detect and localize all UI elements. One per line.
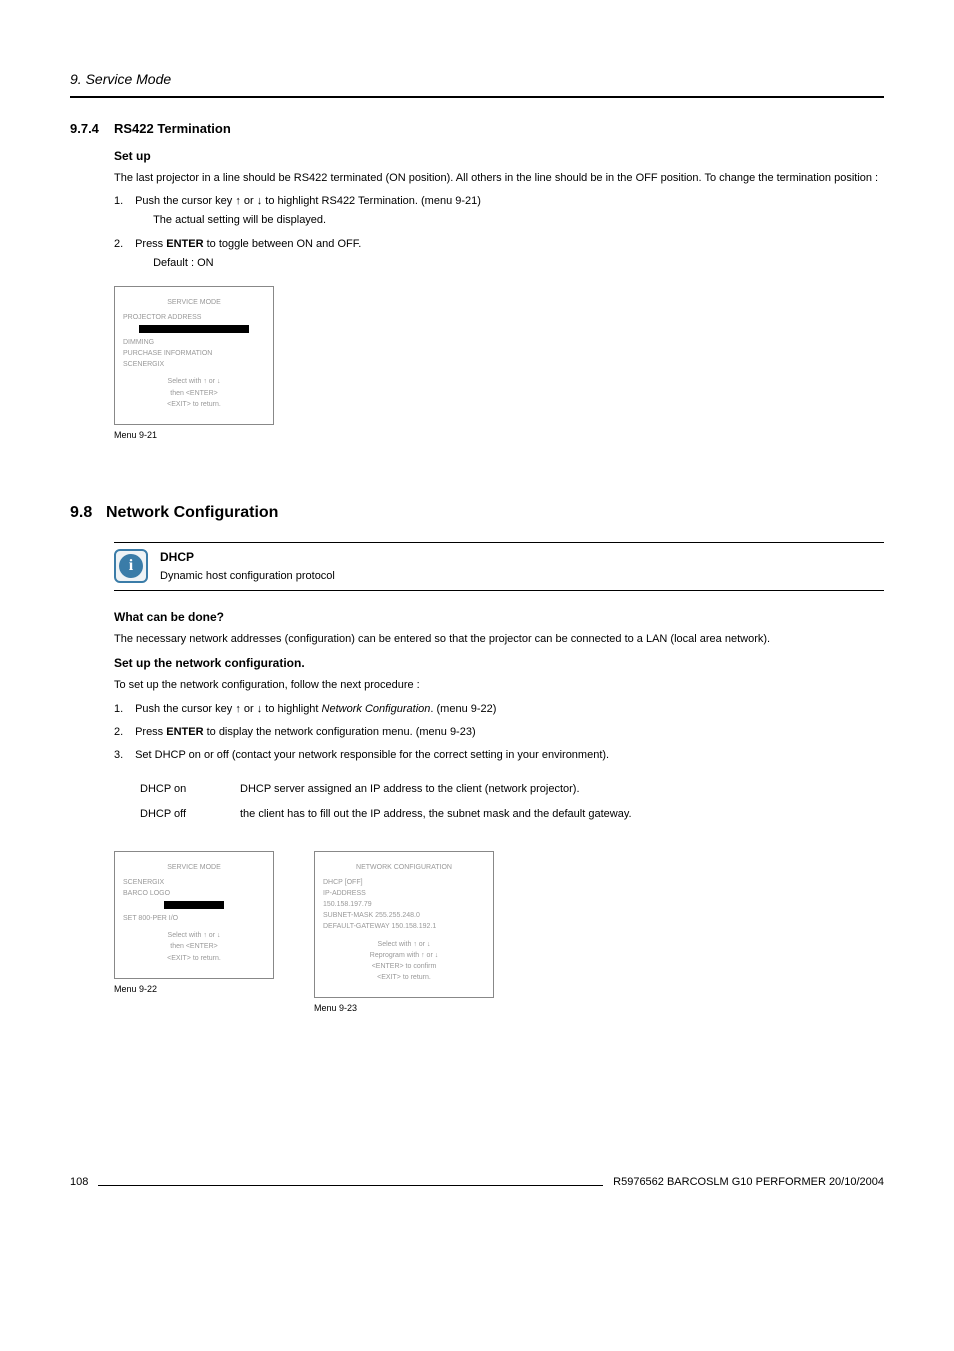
menu-footer: Select with ↑ or ↓ Reprogram with ↑ or ↓… bbox=[323, 939, 485, 984]
setup-heading: Set up bbox=[114, 148, 884, 165]
f: Select with ↑ or ↓ bbox=[123, 376, 265, 387]
step-text: Push the cursor key ↑ or ↓ to highlight … bbox=[135, 194, 883, 229]
t: . (menu 9-22) bbox=[430, 703, 496, 715]
section-number: 9.7.4 bbox=[70, 120, 114, 138]
menu-highlight bbox=[139, 325, 249, 333]
step1-sub: The actual setting will be displayed. bbox=[153, 213, 883, 228]
em: Network Configuration bbox=[322, 703, 431, 715]
setup-net-heading: Set up the network configuration. bbox=[114, 655, 884, 672]
enter-key: ENTER bbox=[166, 238, 203, 250]
info-text: DHCP Dynamic host configuration protocol bbox=[160, 549, 335, 584]
section-title-text: Network Configuration bbox=[106, 504, 278, 521]
step-3: 3. Set DHCP on or off (contact your netw… bbox=[114, 748, 884, 763]
menu-9-22: SERVICE MODE SCENERGIX BARCO LOGO SET 80… bbox=[114, 851, 274, 979]
menu-9-23-caption: Menu 9-23 bbox=[314, 1002, 494, 1015]
setup-net-intro: To set up the network configuration, fol… bbox=[114, 678, 884, 693]
f: then <ENTER> bbox=[123, 388, 265, 399]
f: <ENTER> to confirm bbox=[323, 961, 485, 972]
menu-body: DHCP [OFF] IP-ADDRESS 150.158.197.79 SUB… bbox=[323, 877, 485, 933]
dhcp-off-row: DHCP off the client has to fill out the … bbox=[140, 807, 884, 822]
f: Select with ↑ or ↓ bbox=[123, 930, 265, 941]
section-974-title: 9.7.4RS422 Termination bbox=[70, 120, 884, 138]
dhcp-off-label: DHCP off bbox=[140, 807, 210, 822]
step-1: 1. Push the cursor key ↑ or ↓ to highlig… bbox=[114, 194, 884, 229]
step-text: Push the cursor key ↑ or ↓ to highlight … bbox=[135, 702, 883, 717]
menu-line: DIMMING PURCHASE INFORMATION SCENERGIX bbox=[123, 337, 265, 371]
what-heading: What can be done? bbox=[114, 609, 884, 626]
menu-9-23-col: NETWORK CONFIGURATION DHCP [OFF] IP-ADDR… bbox=[314, 837, 494, 1015]
setup-steps-974: 1. Push the cursor key ↑ or ↓ to highlig… bbox=[114, 194, 884, 272]
header-rule bbox=[70, 96, 884, 98]
step-number: 2. bbox=[114, 237, 132, 252]
section-title-text: RS422 Termination bbox=[114, 121, 231, 136]
menu-title: SERVICE MODE bbox=[123, 862, 265, 873]
f: <EXIT> to return. bbox=[123, 399, 265, 410]
menu-9-21-caption: Menu 9-21 bbox=[114, 429, 884, 442]
f: Select with ↑ or ↓ bbox=[323, 939, 485, 950]
menu-line: SCENERGIX BARCO LOGO bbox=[123, 877, 265, 899]
setup-steps-98: 1. Push the cursor key ↑ or ↓ to highlig… bbox=[114, 702, 884, 764]
f: then <ENTER> bbox=[123, 941, 265, 952]
chapter-header: 9. Service Mode bbox=[70, 70, 884, 90]
page-number: 108 bbox=[70, 1175, 88, 1190]
step-number: 2. bbox=[114, 725, 132, 740]
t: Press bbox=[135, 238, 166, 250]
menu-row: SERVICE MODE SCENERGIX BARCO LOGO SET 80… bbox=[114, 837, 884, 1015]
step-number: 1. bbox=[114, 194, 132, 209]
info-glyph: i bbox=[119, 554, 143, 578]
menu-9-23: NETWORK CONFIGURATION DHCP [OFF] IP-ADDR… bbox=[314, 851, 494, 999]
step-2: 2. Press ENTER to toggle between ON and … bbox=[114, 237, 884, 272]
section-98-title: 9.8Network Configuration bbox=[70, 502, 884, 524]
step-text: Press ENTER to toggle between ON and OFF… bbox=[135, 237, 883, 272]
step1-main: Push the cursor key ↑ or ↓ to highlight … bbox=[135, 195, 481, 207]
t: to display the network configuration men… bbox=[204, 726, 476, 738]
info-callout: i DHCP Dynamic host configuration protoc… bbox=[114, 542, 884, 591]
step-number: 3. bbox=[114, 748, 132, 763]
menu-9-22-col: SERVICE MODE SCENERGIX BARCO LOGO SET 80… bbox=[114, 837, 274, 996]
step-text: Press ENTER to display the network confi… bbox=[135, 725, 883, 740]
t: to toggle between ON and OFF. bbox=[204, 238, 362, 250]
menu-9-21: SERVICE MODE PROJECTOR ADDRESS DIMMING P… bbox=[114, 286, 274, 426]
menu-title: SERVICE MODE bbox=[123, 297, 265, 308]
menu-footer: Select with ↑ or ↓ then <ENTER> <EXIT> t… bbox=[123, 930, 265, 964]
page-footer: 108 R5976562 BARCOSLM G10 PERFORMER 20/1… bbox=[70, 1175, 884, 1190]
step-number: 1. bbox=[114, 702, 132, 717]
f: <EXIT> to return. bbox=[323, 972, 485, 983]
step-text: Set DHCP on or off (contact your network… bbox=[135, 748, 883, 763]
menu-title: NETWORK CONFIGURATION bbox=[323, 862, 485, 873]
what-paragraph: The necessary network addresses (configu… bbox=[114, 632, 884, 647]
doc-id: R5976562 BARCOSLM G10 PERFORMER 20/10/20… bbox=[613, 1175, 884, 1190]
step2-sub: Default : ON bbox=[153, 256, 883, 271]
dhcp-off-desc: the client has to fill out the IP addres… bbox=[240, 807, 632, 822]
info-term: DHCP bbox=[160, 549, 335, 566]
menu-highlight bbox=[164, 901, 224, 909]
f: <EXIT> to return. bbox=[123, 953, 265, 964]
enter-key: ENTER bbox=[166, 726, 203, 738]
menu-line: SET 800-PER I/O bbox=[123, 913, 265, 924]
step-1: 1. Push the cursor key ↑ or ↓ to highlig… bbox=[114, 702, 884, 717]
dhcp-on-row: DHCP on DHCP server assigned an IP addre… bbox=[140, 782, 884, 797]
dhcp-on-label: DHCP on bbox=[140, 782, 210, 797]
info-definition: Dynamic host configuration protocol bbox=[160, 569, 335, 584]
menu-line: PROJECTOR ADDRESS bbox=[123, 312, 265, 323]
setup-intro: The last projector in a line should be R… bbox=[114, 171, 884, 186]
footer-rule bbox=[98, 1185, 603, 1186]
section-number: 9.8 bbox=[70, 502, 106, 524]
t: Press bbox=[135, 726, 166, 738]
menu-9-22-caption: Menu 9-22 bbox=[114, 983, 274, 996]
dhcp-on-desc: DHCP server assigned an IP address to th… bbox=[240, 782, 580, 797]
t: Push the cursor key ↑ or ↓ to highlight bbox=[135, 703, 321, 715]
menu-footer: Select with ↑ or ↓ then <ENTER> <EXIT> t… bbox=[123, 376, 265, 410]
step-2: 2. Press ENTER to display the network co… bbox=[114, 725, 884, 740]
f: Reprogram with ↑ or ↓ bbox=[323, 950, 485, 961]
info-icon: i bbox=[114, 549, 148, 583]
